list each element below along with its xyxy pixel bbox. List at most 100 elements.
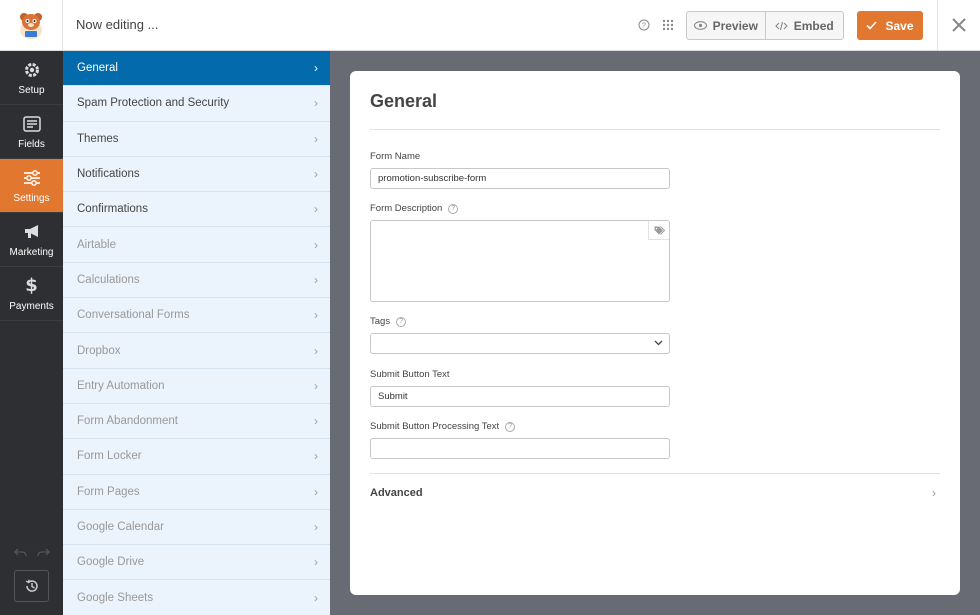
form-description-label: Form Description? [370,203,459,214]
tags-label: Tags? [370,316,407,327]
megaphone-icon [22,222,42,242]
general-settings-card: General Form Name promotion-subscribe-fo… [350,71,960,595]
divider [370,129,940,130]
undo-icon[interactable] [14,546,27,561]
svg-text:?: ? [642,23,646,30]
help-icon[interactable]: ? [396,316,407,327]
chevron-right-icon: › [314,590,318,605]
settings-item-conversational-forms[interactable]: Conversational Forms › [63,298,330,334]
bear-logo-icon [20,13,42,39]
preview-label: Preview [712,18,758,33]
settings-item-google-calendar[interactable]: Google Calendar › [63,510,330,546]
settings-item-google-sheets[interactable]: Google Sheets › [63,580,330,615]
chevron-right-icon: › [314,555,318,570]
eye-icon [693,21,707,30]
settings-item-notifications[interactable]: Notifications › [63,157,330,193]
nav-item-fields[interactable]: Fields [0,105,63,159]
advanced-section-toggle[interactable]: Advanced › [370,473,940,513]
top-bar: Now editing ... ? Preview Embed Save [0,0,980,51]
nav-label: Payments [9,300,54,312]
page-title: General [370,91,438,111]
settings-item-form-pages[interactable]: Form Pages › [63,475,330,510]
chevron-right-icon: › [314,61,318,76]
nav-item-payments[interactable]: $ Payments [0,267,63,321]
settings-item-label: Form Abandonment [77,415,179,428]
settings-item-confirmations[interactable]: Confirmations › [63,192,330,228]
settings-item-label: Spam Protection and Security [77,97,230,110]
settings-item-entry-automation[interactable]: Entry Automation › [63,369,330,404]
settings-item-label: Calculations [77,273,140,286]
form-name-value: promotion-subscribe-form [378,173,487,184]
chevron-right-icon: › [314,96,318,111]
chevron-right-icon: › [932,486,936,500]
settings-item-themes[interactable]: Themes › [63,122,330,157]
form-name-label: Form Name [370,151,421,162]
help-icon[interactable]: ? [505,421,516,432]
settings-item-calculations[interactable]: Calculations › [63,263,330,299]
advanced-label: Advanced [370,487,423,499]
help-icon[interactable]: ? [636,17,652,33]
tags-select[interactable] [370,333,670,354]
left-navigation: Setup Fields Settings Marketing $ Paymen… [0,51,63,615]
help-icon[interactable]: ? [448,203,459,214]
chevron-right-icon: › [314,520,318,534]
settings-item-dropbox[interactable]: Dropbox › [63,333,330,369]
settings-item-google-drive[interactable]: Google Drive › [63,545,330,581]
chevron-right-icon: › [314,202,318,217]
grid-menu-icon[interactable] [660,17,676,33]
chevron-right-icon: › [314,308,318,323]
smart-tags-button[interactable] [648,221,669,240]
settings-item-label: Airtable [77,238,116,251]
form-name-input[interactable]: promotion-subscribe-form [370,168,670,189]
form-description-textarea[interactable] [370,220,670,302]
nav-label: Marketing [9,246,54,258]
submit-button-text-label: Submit Button Text [370,369,450,380]
chevron-right-icon: › [314,378,318,393]
processing-text-label: Submit Button Processing Text? [370,421,516,432]
close-icon [952,18,966,32]
chevron-down-icon [654,338,663,349]
code-icon [774,21,788,30]
close-button[interactable] [937,0,980,50]
settings-item-label: Entry Automation [77,379,165,392]
nav-label: Fields [18,138,45,150]
nav-item-marketing[interactable]: Marketing [0,213,63,267]
preview-button[interactable]: Preview [687,12,766,39]
now-editing-title: Now editing ... [76,17,159,32]
revisions-history-button[interactable] [14,570,49,602]
embed-label: Embed [793,18,834,33]
chevron-right-icon: › [314,343,318,358]
settings-item-form-abandonment[interactable]: Form Abandonment › [63,404,330,440]
gear-icon [22,60,42,80]
settings-item-airtable[interactable]: Airtable › [63,227,330,263]
settings-item-label: Themes [77,132,119,145]
redo-icon[interactable] [37,546,50,561]
chevron-right-icon: › [314,484,318,499]
chevron-right-icon: › [314,272,318,287]
settings-item-spam-protection[interactable]: Spam Protection and Security › [63,86,330,122]
settings-item-general[interactable]: General › [63,51,330,87]
chevron-right-icon: › [314,167,318,182]
sliders-icon [22,168,42,188]
chevron-right-icon: › [314,131,318,146]
settings-item-label: Google Sheets [77,591,154,604]
dollar-icon: $ [25,275,38,296]
settings-item-label: Google Drive [77,556,145,569]
undo-redo [14,546,50,561]
settings-item-label: Confirmations [77,203,148,216]
embed-button[interactable]: Embed [766,12,844,39]
settings-item-label: Form Pages [77,485,140,498]
nav-item-setup[interactable]: Setup [0,51,63,105]
wpforms-logo [0,0,63,50]
preview-embed-group: Preview Embed [686,11,844,40]
submit-button-text-input[interactable]: Submit [370,386,670,407]
settings-item-label: General [77,62,118,75]
save-button[interactable]: Save [857,11,923,40]
nav-item-settings[interactable]: Settings [0,159,63,213]
settings-item-label: Form Locker [77,450,142,463]
processing-text-input[interactable] [370,438,670,459]
history-icon [25,579,38,592]
check-icon [866,21,878,30]
settings-item-form-locker[interactable]: Form Locker › [63,439,330,475]
settings-item-label: Dropbox [77,344,121,357]
